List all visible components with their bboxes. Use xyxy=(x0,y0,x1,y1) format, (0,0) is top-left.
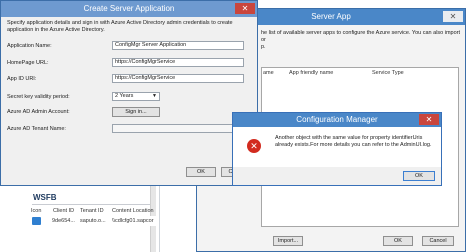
app-icon xyxy=(32,217,41,225)
wsfb-col-tenant-id[interactable]: Tenant ID xyxy=(80,208,104,214)
chevron-down-icon: ▼ xyxy=(152,93,157,99)
admin-account-label: Azure AD Admin Account: xyxy=(7,109,70,115)
sign-in-button[interactable]: Sign in... xyxy=(112,107,160,117)
import-button[interactable]: Import... xyxy=(273,236,303,246)
server-app-desc: he list of available server apps to conf… xyxy=(261,30,461,50)
create-dialog-desc: Specify application details and sign in … xyxy=(7,20,233,33)
wsfb-col-content-location[interactable]: Content Location xyxy=(112,208,154,214)
app-id-uri-field[interactable]: https://ConfigMgrService xyxy=(112,74,244,83)
server-app-title: Server App xyxy=(311,12,351,21)
app-id-uri-label: App ID URI: xyxy=(7,76,37,82)
application-name-label: Application Name: xyxy=(7,43,52,49)
create-server-app-dialog: Create Server Application ✕ Specify appl… xyxy=(0,0,258,186)
secret-key-validity-select[interactable]: 2 Years ▼ xyxy=(112,92,160,101)
server-app-col-type[interactable]: Service Type xyxy=(372,70,404,76)
error-ok-button[interactable]: OK xyxy=(403,171,435,181)
row-client-id: 9de654... xyxy=(52,218,75,224)
server-app-col-name[interactable]: App friendly name xyxy=(289,70,333,76)
tenant-name-field[interactable] xyxy=(112,124,244,133)
row-content-location: \\cdlcfg01.sapcor xyxy=(112,218,154,224)
wsfb-col-icon[interactable]: Icon xyxy=(31,208,41,214)
close-icon[interactable]: ✕ xyxy=(443,11,463,22)
row-tenant-id: saputo.o... xyxy=(80,218,106,224)
secret-key-validity-value: 2 Years xyxy=(115,93,134,99)
application-name-field[interactable]: ConfigMgr Server Application xyxy=(112,41,244,50)
close-icon[interactable]: ✕ xyxy=(419,114,439,125)
homepage-url-field[interactable]: https://ConfigMgrService xyxy=(112,58,244,67)
config-manager-title: Configuration Manager xyxy=(296,115,378,124)
homepage-url-label: HomePage URL: xyxy=(7,60,49,66)
config-manager-titlebar: Configuration Manager xyxy=(233,113,441,127)
wsfb-col-client-id[interactable]: Client ID xyxy=(53,208,74,214)
close-icon[interactable]: ✕ xyxy=(235,3,255,14)
secret-key-validity-label: Secret key validity period: xyxy=(7,94,70,100)
error-icon: ✕ xyxy=(247,139,261,153)
create-ok-button[interactable]: OK xyxy=(186,167,216,177)
create-dialog-title: Create Server Application xyxy=(83,4,175,13)
server-ok-button[interactable]: OK xyxy=(383,236,413,246)
wsfb-divider xyxy=(32,204,150,205)
table-row[interactable]: 9de654... saputo.o... \\cdlcfg01.sapcor xyxy=(30,216,156,226)
create-dialog-titlebar: Create Server Application xyxy=(1,1,257,17)
server-cancel-button[interactable]: Cancel xyxy=(422,236,454,246)
server-app-col-prefix[interactable]: ame xyxy=(263,70,274,76)
wsfb-title: WSFB xyxy=(33,193,57,202)
config-manager-dialog: Configuration Manager ✕ ✕ Another object… xyxy=(232,112,442,186)
error-message: Another object with the same value for p… xyxy=(275,135,432,148)
tenant-name-label: Azure AD Tenant Name: xyxy=(7,126,66,132)
